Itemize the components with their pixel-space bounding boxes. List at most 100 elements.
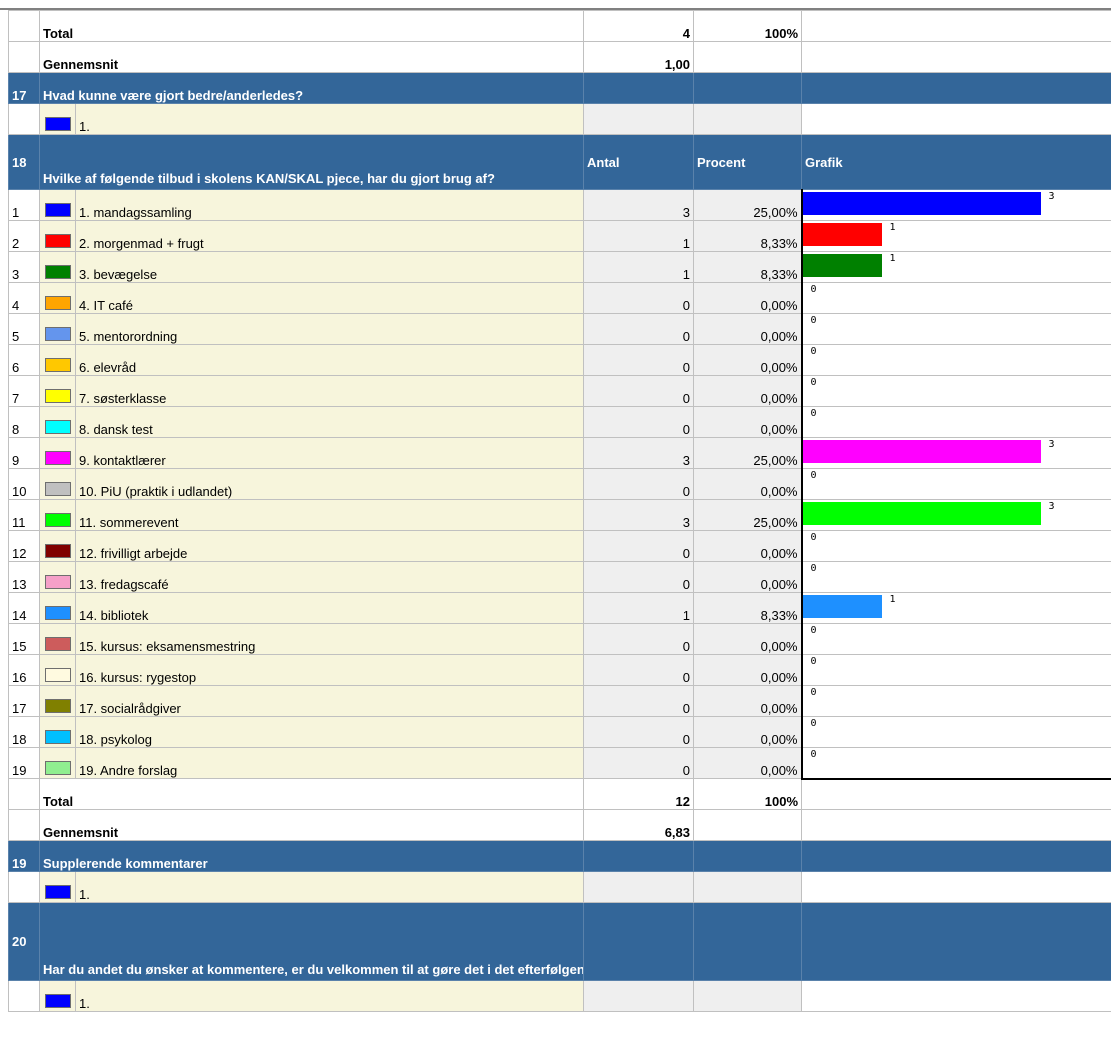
color-swatch: [44, 575, 71, 589]
option-bar-label: 0: [810, 377, 817, 388]
option-percent: 0,00%: [693, 344, 802, 376]
option-count: 1: [583, 251, 694, 283]
color-swatch: [44, 358, 71, 372]
color-swatch: [44, 761, 71, 775]
color-swatch: [44, 327, 71, 341]
question-number: 18: [8, 134, 40, 190]
option-row: 2 2. morgenmad + frugt 1 8,33% 1: [8, 220, 1111, 252]
option-label: 6. elevråd: [75, 344, 584, 376]
total-label: Total: [39, 10, 584, 42]
option-count: 0: [583, 375, 694, 407]
total-count: 4: [583, 10, 694, 42]
option-bar-label: 0: [810, 625, 817, 636]
option-bar-label: 0: [810, 656, 817, 667]
color-swatch: [44, 234, 71, 248]
option-count: 1: [583, 220, 694, 252]
answer-label: 1.: [75, 871, 584, 903]
option-count: 0: [583, 530, 694, 562]
option-percent: 0,00%: [693, 685, 802, 717]
option-percent: 8,33%: [693, 220, 802, 252]
option-label: 5. mentorordning: [75, 313, 584, 345]
option-number: 3: [8, 251, 40, 283]
option-bar-label: 0: [810, 563, 817, 574]
answer-label: 1.: [75, 103, 584, 135]
option-percent: 0,00%: [693, 530, 802, 562]
option-bar-cell: 3: [800, 189, 1111, 221]
option-bar: [803, 440, 1041, 463]
option-number: 11: [8, 499, 40, 531]
option-bar-cell: 0: [800, 375, 1111, 407]
color-swatch: [44, 544, 71, 558]
color-swatch: [44, 994, 71, 1008]
color-swatch: [44, 637, 71, 651]
color-swatch: [44, 513, 71, 527]
color-swatch: [44, 482, 71, 496]
q18-average-row: Gennemsnit 6,83: [8, 809, 1111, 841]
option-label: 16. kursus: rygestop: [75, 654, 584, 686]
option-bar-label: 0: [810, 749, 817, 760]
option-percent: 0,00%: [693, 623, 802, 655]
option-bar-label: 0: [810, 718, 817, 729]
option-percent: 0,00%: [693, 716, 802, 748]
option-label: 8. dansk test: [75, 406, 584, 438]
option-number: 10: [8, 468, 40, 500]
option-number: 15: [8, 623, 40, 655]
option-label: 9. kontaktlærer: [75, 437, 584, 469]
color-swatch: [44, 265, 71, 279]
option-bar-cell: 0: [800, 561, 1111, 593]
option-percent: 0,00%: [693, 468, 802, 500]
q16-total-row: Total 4 100%: [8, 10, 1111, 42]
option-percent: 0,00%: [693, 313, 802, 345]
option-bar: [803, 192, 1041, 215]
option-bar: [803, 502, 1041, 525]
option-percent: 8,33%: [693, 592, 802, 624]
option-count: 0: [583, 406, 694, 438]
option-label: 1. mandagssamling: [75, 189, 584, 221]
option-bar: [803, 595, 882, 618]
average-value: 1,00: [583, 41, 694, 73]
option-bar-label: 1: [889, 222, 896, 233]
option-number: 5: [8, 313, 40, 345]
option-row: 16 16. kursus: rygestop 0 0,00% 0: [8, 654, 1111, 686]
option-row: 3 3. bevægelse 1 8,33% 1: [8, 251, 1111, 283]
top-border: [0, 0, 1111, 10]
option-number: 7: [8, 375, 40, 407]
option-label: 19. Andre forslag: [75, 747, 584, 779]
question-title: Hvad kunne være gjort bedre/anderledes?: [39, 72, 584, 104]
option-count: 0: [583, 747, 694, 779]
option-bar-cell: 0: [800, 530, 1111, 562]
option-row: 17 17. socialrådgiver 0 0,00% 0: [8, 685, 1111, 717]
total-percent: 100%: [693, 10, 802, 42]
question-19-answer: 1.: [8, 871, 1111, 903]
option-label: 14. bibliotek: [75, 592, 584, 624]
color-swatch: [44, 296, 71, 310]
option-row: 6 6. elevråd 0 0,00% 0: [8, 344, 1111, 376]
question-number: 19: [8, 840, 40, 872]
question-title: Har du andet du ønsker at kommentere, er…: [39, 902, 584, 981]
option-row: 5 5. mentorordning 0 0,00% 0: [8, 313, 1111, 345]
option-label: 13. fredagscafé: [75, 561, 584, 593]
option-number: 13: [8, 561, 40, 593]
option-bar-cell: 0: [800, 747, 1111, 780]
option-label: 18. psykolog: [75, 716, 584, 748]
question-17-header: 17 Hvad kunne være gjort bedre/anderlede…: [8, 72, 1111, 104]
option-bar-label: 3: [1048, 191, 1055, 202]
average-value: 6,83: [583, 809, 694, 841]
question-19-header: 19 Supplerende kommentarer: [8, 840, 1111, 872]
option-bar-label: 0: [810, 284, 817, 295]
option-bar-label: 0: [810, 470, 817, 481]
option-percent: 0,00%: [693, 561, 802, 593]
color-swatch: [44, 117, 71, 131]
question-number: 20: [8, 902, 40, 981]
option-number: 1: [8, 189, 40, 221]
color-swatch: [44, 668, 71, 682]
option-bar-cell: 0: [800, 623, 1111, 655]
option-bar-label: 1: [889, 594, 896, 605]
color-swatch: [44, 606, 71, 620]
option-bar-label: 1: [889, 253, 896, 264]
option-row: 19 19. Andre forslag 0 0,00% 0: [8, 747, 1111, 780]
option-bar: [803, 254, 882, 277]
option-bar-cell: 0: [800, 344, 1111, 376]
option-bar-cell: 0: [800, 313, 1111, 345]
option-percent: 0,00%: [693, 654, 802, 686]
